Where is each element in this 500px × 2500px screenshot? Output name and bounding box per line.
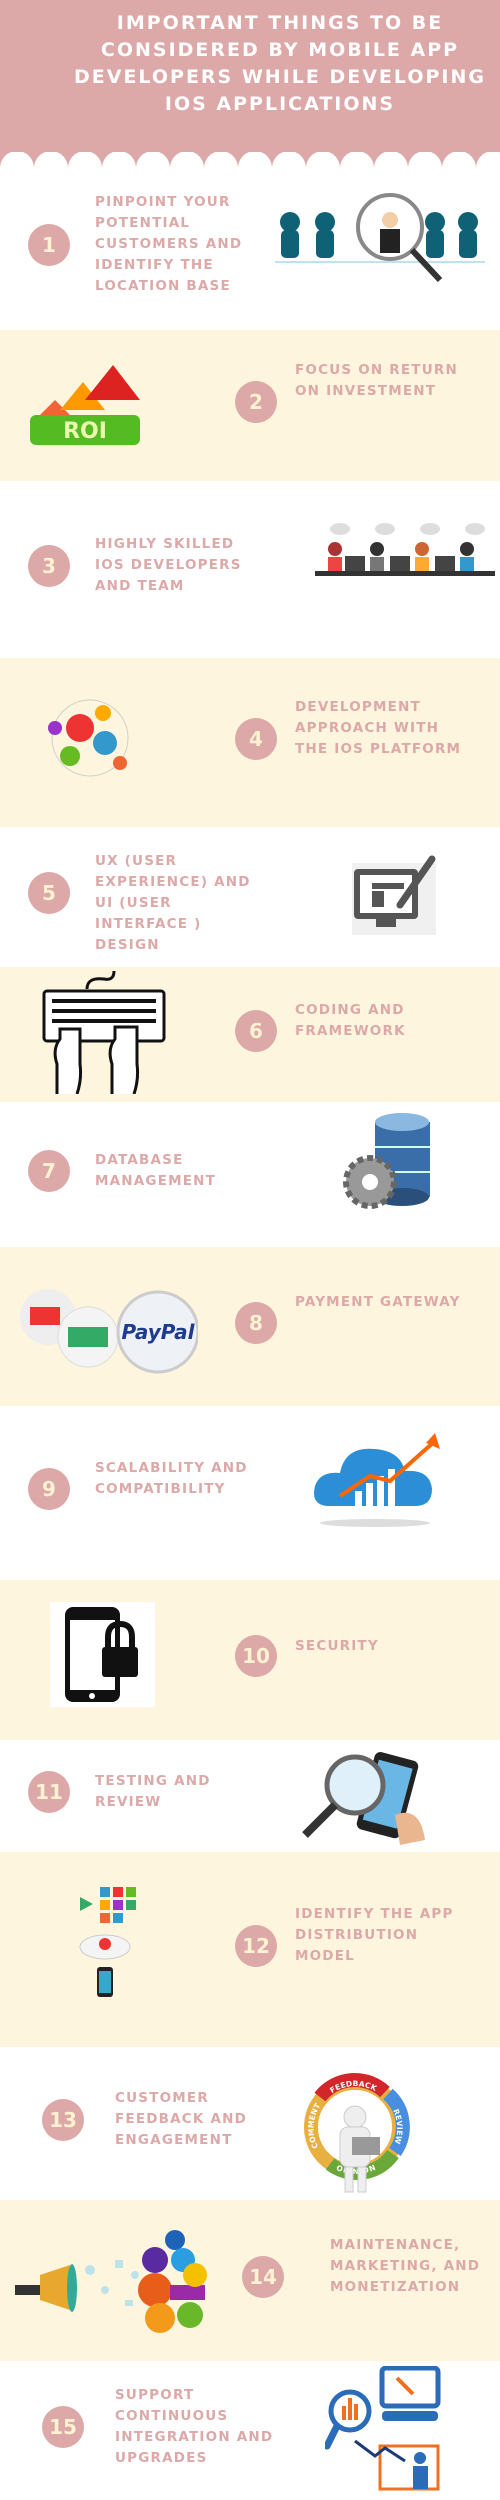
item-label: MAINTENANCE, MARKETING, AND MONETIZATION <box>330 2237 481 2295</box>
item-section-5: 5 UX (USER EXPERIENCE) AND UI (USER INTER… <box>0 827 500 967</box>
item-section-2: 2 FOCUS ON RETURN ON INVESTMENT ROI <box>0 330 500 481</box>
phone-magnifier-icon <box>300 1745 430 1849</box>
item-label: SUPPORT CONTINUOUS INTEGRATION AND UPGRA… <box>115 2387 274 2466</box>
item-section-8: 8 PAYMENT GATEWAY PayPal <box>0 1247 500 1406</box>
item-label: IDENTIFY THE APP DISTRIBUTION MODEL <box>295 1906 454 1964</box>
page-title: IMPORTANT THINGS TO BE CONSIDERED BY MOB… <box>74 12 486 115</box>
item-section-10: 10 SECURITY <box>0 1580 500 1740</box>
item-number-badge: 5 <box>28 872 70 914</box>
item-label: CUSTOMER FEEDBACK AND ENGAGEMENT <box>115 2090 248 2148</box>
svg-text:ROI: ROI <box>63 419 107 444</box>
item-number-badge: 12 <box>235 1925 277 1967</box>
item-number-badge: 2 <box>235 381 277 423</box>
item-label: FOCUS ON RETURN ON INVESTMENT <box>295 362 458 399</box>
payment-cards-icon: PayPal <box>18 1287 200 1381</box>
item-number-badge: 1 <box>28 224 70 266</box>
item-number-badge: 15 <box>42 2406 84 2448</box>
item-section-13: 13 CUSTOMER FEEDBACK AND ENGAGEMENT FEEDBA… <box>0 2047 500 2200</box>
cloud-growth-chart-icon <box>310 1431 450 1535</box>
item-label: TESTING AND REVIEW <box>95 1773 211 1810</box>
roi-arrows-icon: ROI <box>25 360 145 459</box>
item-label: DATABASE MANAGEMENT <box>95 1152 217 1189</box>
developer-team-icon <box>315 521 495 615</box>
item-section-3: 3 HIGHLY SKILLED IOS DEVELOPERS AND TEAM <box>0 481 500 658</box>
magnifier-customers-icon <box>275 192 485 286</box>
item-label: PAYMENT GATEWAY <box>295 1294 461 1310</box>
item-section-6: 6 CODING AND FRAMEWORK <box>0 967 500 1102</box>
item-section-12: 12 IDENTIFY THE APP DISTRIBUTION MODEL <box>0 1852 500 2047</box>
gears-icon <box>35 688 145 792</box>
item-label: SECURITY <box>295 1638 379 1654</box>
item-label: HIGHLY SKILLED IOS DEVELOPERS AND TEAM <box>95 536 242 594</box>
database-gear-icon <box>335 1112 445 1226</box>
item-label: UX (USER EXPERIENCE) AND UI (USER INTERF… <box>95 853 251 953</box>
item-section-9: 9 SCALABILITY AND COMPATIBILITY <box>0 1406 500 1580</box>
item-number-badge: 14 <box>242 2256 284 2298</box>
phone-lock-icon <box>50 1602 155 1711</box>
analytics-presentation-icon <box>323 2365 445 2495</box>
item-number-badge: 8 <box>235 1302 277 1344</box>
megaphone-social-icon <box>15 2230 235 2344</box>
item-number-badge: 7 <box>28 1150 70 1192</box>
scallop-border <box>0 152 500 168</box>
item-number-badge: 10 <box>235 1635 277 1677</box>
item-section-14: 14 MAINTENANCE, MARKETING, AND MONETIZATI… <box>0 2200 500 2361</box>
item-number-badge: 11 <box>28 1771 70 1813</box>
item-section-15: 15 SUPPORT CONTINUOUS INTEGRATION AND UPG… <box>0 2361 500 2500</box>
feedback-cycle-icon: FEEDBACKREVIEWOPINIONCOMMENT <box>300 2072 410 2200</box>
item-label: PINPOINT YOUR POTENTIAL CUSTOMERS AND ID… <box>95 194 243 294</box>
item-section-1: 1 PINPOINT YOUR POTENTIAL CUSTOMERS AND I… <box>0 167 500 330</box>
item-section-4: 4 DEVELOPMENT APPROACH WITH THE IOS PLATF… <box>0 658 500 827</box>
item-number-badge: 6 <box>235 1010 277 1052</box>
item-label: DEVELOPMENT APPROACH WITH THE IOS PLATFO… <box>295 699 462 757</box>
item-number-badge: 4 <box>235 718 277 760</box>
svg-text:PayPal: PayPal <box>121 1320 195 1344</box>
app-distribution-icon <box>75 1882 165 2006</box>
item-label: CODING AND FRAMEWORK <box>295 1002 406 1039</box>
item-number-badge: 13 <box>42 2099 84 2141</box>
header-banner: IMPORTANT THINGS TO BE CONSIDERED BY MOB… <box>0 0 500 168</box>
item-number-badge: 9 <box>28 1468 70 1510</box>
item-section-7: 7 DATABASE MANAGEMENT <box>0 1102 500 1247</box>
item-label: SCALABILITY AND COMPATIBILITY <box>95 1460 248 1497</box>
item-number-badge: 3 <box>28 545 70 587</box>
item-section-11: 11 TESTING AND REVIEW <box>0 1740 500 1852</box>
monitor-brush-icon <box>352 855 436 939</box>
items-list: 1 PINPOINT YOUR POTENTIAL CUSTOMERS AND I… <box>0 167 500 2500</box>
keyboard-hands-icon <box>42 969 167 1098</box>
